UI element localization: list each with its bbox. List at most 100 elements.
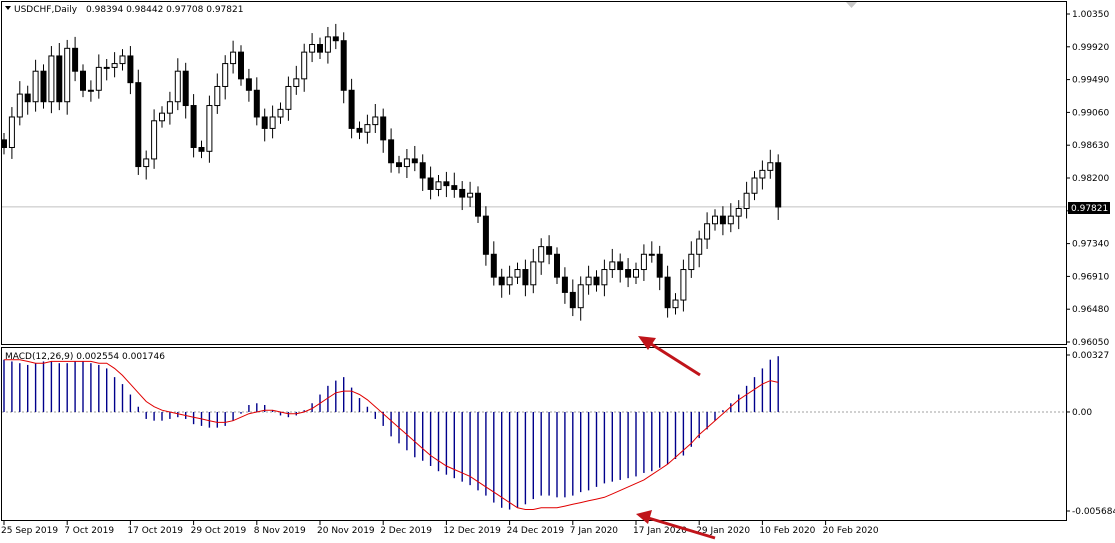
time-axis-label: 17 Oct 2019: [127, 526, 183, 536]
candle-body-bull: [688, 253, 695, 271]
candle-body-bull: [111, 63, 118, 68]
candle-body-bear: [1, 139, 7, 148]
price-axis-label: 0.97340: [1072, 240, 1109, 250]
candle-body-bull: [269, 116, 276, 129]
candle-body-bull: [435, 181, 442, 190]
candle-body-bear: [625, 269, 632, 278]
candle-body-bear: [664, 276, 671, 309]
candle-body-bear: [411, 158, 418, 164]
price-axis-label: 0.96050: [1072, 338, 1109, 348]
candle-body-bull: [680, 269, 687, 301]
candle-body-bull: [751, 177, 758, 194]
time-axis-label: 10 Feb 2020: [759, 526, 815, 536]
candle-body-bear: [72, 47, 79, 72]
candle-body-bull: [301, 51, 308, 80]
candle-body-bull: [648, 253, 655, 256]
candle-body-bull: [467, 192, 474, 198]
candle-body-bull: [87, 89, 94, 92]
candle-body-bull: [514, 269, 521, 278]
time-axis-label: 20 Feb 2020: [823, 526, 879, 536]
candle-body-bull: [309, 44, 316, 53]
macd-axis-label: -0.005684: [1072, 507, 1115, 517]
price-axis-label: 0.99060: [1072, 108, 1109, 118]
price-axis-label: 0.96910: [1072, 272, 1109, 282]
candle-body-bear: [522, 269, 529, 286]
ohlc-values: 0.98394 0.98442 0.97708 0.97821: [86, 5, 243, 15]
candle-body-bull: [743, 192, 750, 210]
candle-body-bull: [293, 78, 300, 87]
candle-body-bull: [672, 299, 679, 309]
candle-body-bear: [340, 40, 347, 91]
candle-body-bear: [656, 253, 663, 278]
candle-body-bear: [332, 36, 339, 42]
candle-body-bear: [396, 162, 402, 168]
price-axis-label: 0.99920: [1072, 43, 1109, 53]
time-axis-label: 8 Nov 2019: [254, 526, 306, 536]
candle-body-bull: [174, 70, 181, 103]
candle-body-bull: [735, 208, 742, 217]
candle-body-bull: [696, 238, 703, 255]
candle-body-bear: [317, 44, 323, 53]
candle-body-bear: [380, 116, 387, 141]
symbol-label: USDCHF,Daily: [14, 5, 78, 15]
candle-body-bear: [127, 55, 134, 84]
candle-body-bull: [633, 269, 639, 278]
candle-body-bull: [530, 261, 537, 286]
candle-body-bull: [285, 85, 292, 110]
candle-body-bull: [506, 276, 513, 286]
time-axis-label: 24 Dec 2019: [507, 526, 565, 536]
candle-body-bear: [546, 246, 553, 255]
candle-body-bear: [388, 139, 395, 164]
candle-body-bull: [103, 66, 110, 69]
candle-body-bull: [759, 169, 766, 179]
candle: [135, 69, 142, 175]
macd-axis-label: 0.00: [1072, 408, 1092, 418]
candle-body-bear: [261, 116, 268, 129]
candle-body-bear: [554, 253, 560, 278]
candle-body-bear: [56, 55, 63, 103]
candle-body-bear: [40, 70, 47, 103]
candle-body-bear: [24, 93, 31, 103]
candle-body-bear: [569, 291, 576, 309]
candle-body-bull: [8, 116, 15, 148]
candle-body-bear: [482, 215, 489, 255]
candle-body-bull: [206, 105, 213, 152]
price-axis-label: 0.99490: [1072, 76, 1109, 86]
candle-body-bull: [712, 215, 718, 225]
candle-body-bear: [561, 276, 568, 293]
candle-body-bear: [80, 70, 86, 91]
candle-body-bear: [253, 89, 260, 118]
current-price-badge-text: 0.97821: [1071, 204, 1108, 214]
candle-body-bull: [16, 93, 23, 118]
candle-body-bear: [427, 177, 434, 190]
candle-body-bull: [727, 215, 734, 225]
macd-label: MACD(12,26,9) 0.002554 0.001746: [5, 352, 165, 362]
candle-body-bear: [419, 162, 426, 179]
time-axis-label: 2 Dec 2019: [380, 526, 432, 536]
candle-body-bear: [498, 276, 505, 286]
time-axis-label: 20 Nov 2019: [317, 526, 375, 536]
candle-body-bull: [32, 70, 39, 103]
candle-body-bull: [119, 55, 126, 65]
candle-body-bull: [403, 158, 410, 168]
candle-body-bear: [593, 276, 600, 286]
candle-body-bull: [372, 116, 379, 126]
candle-body-bear: [475, 192, 481, 217]
candle-body-bear: [238, 51, 244, 80]
candle-body-bull: [324, 36, 331, 53]
candle-body-bull: [159, 112, 165, 122]
candle-body-bull: [640, 253, 647, 271]
candle-body-bull: [277, 108, 284, 118]
price-axis-label: 0.98200: [1072, 174, 1109, 184]
price-axis-label: 1.00350: [1072, 10, 1109, 20]
candle-body-bull: [601, 269, 608, 286]
candle-body-bear: [348, 89, 355, 129]
candle-body-bear: [245, 78, 252, 91]
candle-body-bull: [704, 223, 711, 240]
candle-body-bull: [364, 124, 371, 133]
candle-body-bull: [151, 120, 158, 160]
time-axis-label: 25 Sep 2019: [1, 526, 58, 536]
candle-body-bear: [190, 105, 197, 148]
candle-body-bull: [64, 47, 71, 103]
candle-body-bear: [617, 261, 624, 271]
